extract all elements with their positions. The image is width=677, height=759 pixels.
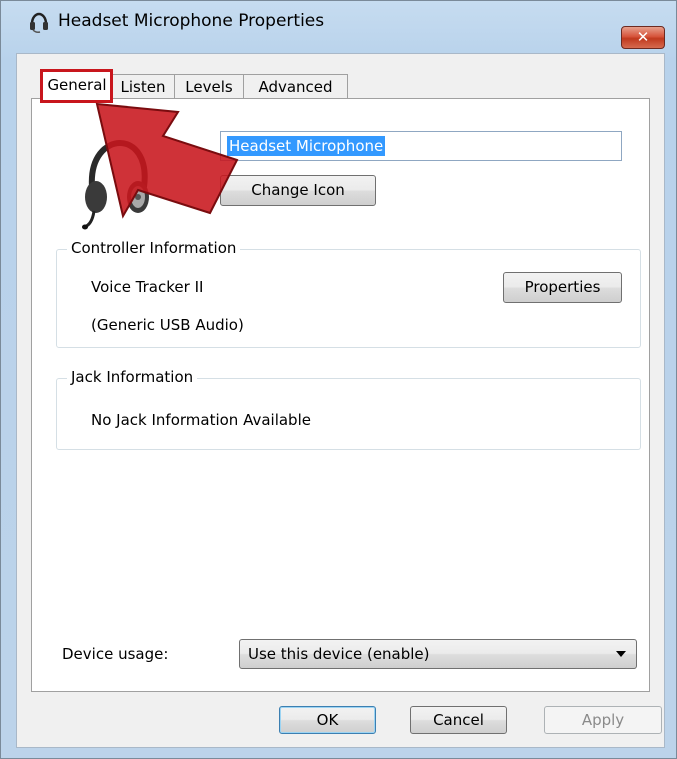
headset-icon <box>30 12 48 33</box>
tab-highlight-box <box>40 69 113 103</box>
general-panel: Headset Microphone Change Icon Controlle… <box>31 98 650 692</box>
headset-icon <box>82 139 149 230</box>
chevron-down-icon <box>616 651 626 657</box>
close-button[interactable]: ✕ <box>621 26 665 49</box>
device-usage-value: Use this device (enable) <box>248 645 430 663</box>
device-usage-select[interactable]: Use this device (enable) <box>239 639 637 669</box>
properties-button[interactable]: Properties <box>503 272 622 303</box>
ok-button[interactable]: OK <box>279 706 376 734</box>
controller-name: Voice Tracker II <box>91 278 204 296</box>
jack-info-title: Jack Information <box>67 368 198 386</box>
window-title: Headset Microphone Properties <box>58 11 325 31</box>
title-bar: Headset Microphone Properties ✕ <box>1 1 676 49</box>
jack-info-text: No Jack Information Available <box>91 411 311 429</box>
device-name-value: Headset Microphone <box>227 136 386 156</box>
controller-info-group: Controller Information Voice Tracker II … <box>56 239 641 348</box>
tab-listen[interactable]: Listen <box>111 74 175 99</box>
jack-info-group: Jack Information No Jack Information Ava… <box>56 368 641 450</box>
device-usage-label: Device usage: <box>62 645 169 663</box>
properties-window: Headset Microphone Properties ✕ General … <box>0 0 677 759</box>
controller-info-title: Controller Information <box>67 239 241 257</box>
tab-advanced[interactable]: Advanced <box>243 74 348 99</box>
tab-levels[interactable]: Levels <box>174 74 244 99</box>
controller-driver: (Generic USB Audio) <box>91 316 244 334</box>
dialog-client-area: General Listen Levels Advanced Headset M… <box>16 53 665 748</box>
cancel-button[interactable]: Cancel <box>410 706 507 734</box>
close-icon: ✕ <box>636 28 650 46</box>
change-icon-button[interactable]: Change Icon <box>220 175 376 206</box>
device-name-input[interactable]: Headset Microphone <box>220 131 622 161</box>
apply-button[interactable]: Apply <box>544 706 662 734</box>
